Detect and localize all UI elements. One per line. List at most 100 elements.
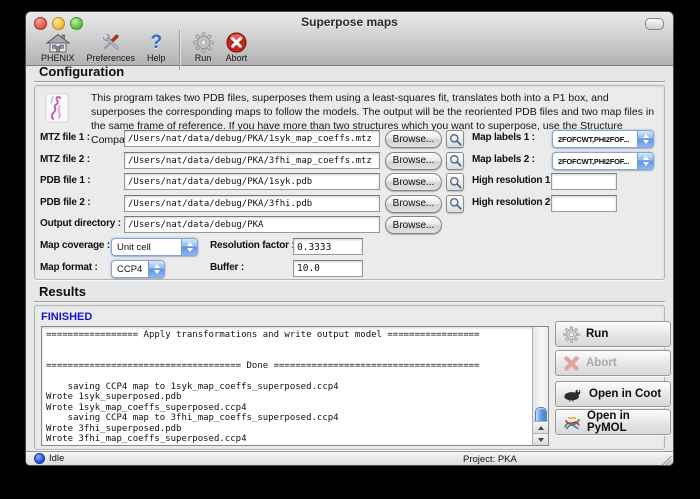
pdb-file-2-browse-button[interactable]: Browse...	[385, 195, 442, 213]
toolbar-separator	[179, 30, 180, 70]
pdb-file-1-view-button[interactable]	[446, 173, 464, 191]
toolbar-abort-label: Abort	[226, 53, 248, 63]
toolbar-help-label: Help	[147, 53, 166, 63]
toolbar-toggle-button[interactable]	[645, 18, 664, 30]
configuration-panel: This program takes two PDB files, superp…	[34, 85, 665, 280]
console-output[interactable]: ================= Apply transformations …	[41, 326, 549, 446]
scroll-down-icon	[538, 438, 544, 442]
map-labels-1-value: 2FOFCWT,PHI2FOF...	[558, 135, 635, 144]
map-coverage-value: Unit cell	[117, 242, 179, 253]
console-line: ==================================== Don…	[46, 361, 533, 371]
map-labels-2-value: 2FOFCWT,PHI2FOF...	[558, 157, 635, 166]
status-state: Idle	[34, 453, 64, 464]
house-icon	[45, 32, 71, 53]
map-format-value: CCP4	[117, 264, 146, 275]
console-line: Wrote 1syk_superposed.pdb	[46, 392, 533, 402]
scroll-down-button[interactable]	[533, 433, 548, 445]
status-indicator-icon	[34, 453, 45, 464]
toolbar: PHENIX Pref	[26, 32, 673, 65]
mtz-file-1-view-button[interactable]	[446, 130, 464, 148]
run-button-label: Run	[586, 328, 608, 340]
resolution-factor-input[interactable]	[293, 238, 363, 255]
toolbar-run-button[interactable]: Run	[187, 32, 220, 65]
toolbar-phenix-button[interactable]: PHENIX	[35, 32, 81, 65]
toolbar-abort-button[interactable]: Abort	[220, 32, 254, 65]
console-line: Wrote 3fhi_superposed.pdb	[46, 424, 533, 434]
console-line: saving CCP4 map to 3fhi_map_coeffs_super…	[46, 413, 533, 423]
buffer-input[interactable]	[293, 260, 363, 277]
tools-icon	[99, 32, 123, 53]
mtz-file-1-input[interactable]	[124, 130, 380, 147]
open-in-pymol-label: Open in PyMOL	[587, 410, 670, 434]
mtz-file-2-view-button[interactable]	[446, 152, 464, 170]
toolbar-phenix-label: PHENIX	[41, 53, 75, 63]
pdb-file-2-row: PDB file 2 : Browse... High resolution 2…	[35, 195, 664, 213]
map-format-label: Map format :	[40, 262, 98, 273]
titlebar[interactable]: Superpose maps	[26, 12, 673, 32]
console-line: saving CCP4 map to 1syk_map_coeffs_super…	[46, 382, 533, 392]
high-resolution-1-input[interactable]	[551, 173, 617, 190]
scroll-up-icon	[538, 426, 544, 430]
pdb-file-1-input[interactable]	[124, 173, 380, 190]
gear-icon	[563, 326, 580, 343]
mtz-file-2-browse-button[interactable]: Browse...	[385, 152, 442, 170]
window-header: Superpose maps PHENIX	[26, 12, 673, 66]
console-line: Wrote 1syk_map_coeffs_superposed.ccp4	[46, 403, 533, 413]
results-panel: FINISHED ================= Apply transfo…	[34, 305, 665, 450]
map-labels-2-dropdown[interactable]: 2FOFCWT,PHI2FOF...	[552, 152, 654, 170]
status-finished-label: FINISHED	[41, 311, 92, 323]
toolbar-preferences-button[interactable]: Preferences	[81, 32, 142, 65]
buffer-label: Buffer :	[210, 262, 244, 273]
pdb-file-1-row: PDB file 1 : Browse... High resolution 1…	[35, 173, 664, 191]
gear-icon	[193, 32, 214, 53]
mtz-file-2-label: MTZ file 2 :	[40, 154, 90, 165]
magnifier-icon	[449, 154, 462, 167]
toolbar-run-label: Run	[195, 53, 212, 63]
magnifier-icon	[449, 133, 462, 146]
toolbar-preferences-label: Preferences	[87, 53, 136, 63]
console-line: Wrote 3fhi_map_coeffs_superposed.ccp4	[46, 434, 533, 444]
console-line	[46, 340, 533, 350]
abort-button[interactable]: Abort	[555, 350, 671, 376]
output-directory-input[interactable]	[124, 216, 380, 233]
resize-grip-icon[interactable]	[661, 453, 672, 464]
pdb-file-2-input[interactable]	[124, 195, 380, 212]
results-heading: Results	[39, 284, 86, 299]
map-coverage-row: Map coverage : Unit cell Resolution fact…	[35, 238, 664, 256]
run-button[interactable]: Run	[555, 321, 671, 347]
scrollbar-track[interactable]	[532, 327, 548, 445]
high-resolution-2-label: High resolution 2 :	[472, 197, 556, 208]
status-state-label: Idle	[49, 453, 64, 464]
mtz-file-2-row: MTZ file 2 : Browse... Map labels 2 : 2F…	[35, 152, 664, 170]
pdb-file-1-browse-button[interactable]: Browse...	[385, 173, 442, 191]
mtz-file-1-browse-button[interactable]: Browse...	[385, 130, 442, 148]
open-in-pymol-button[interactable]: Open in PyMOL	[555, 409, 671, 435]
abort-button-label: Abort	[586, 357, 617, 369]
scrollbar-buttons	[533, 421, 548, 445]
window-title: Superpose maps	[26, 15, 673, 29]
open-in-coot-button[interactable]: Open in Coot	[555, 381, 671, 407]
coot-bird-icon	[563, 387, 583, 402]
updown-arrows-icon	[637, 153, 653, 169]
pdb-file-2-label: PDB file 2 :	[40, 197, 90, 208]
output-directory-row: Output directory : Browse...	[35, 216, 664, 234]
map-format-dropdown[interactable]: CCP4	[111, 260, 165, 278]
map-labels-1-label: Map labels 1 :	[472, 132, 535, 143]
map-labels-1-dropdown[interactable]: 2FOFCWT,PHI2FOF...	[552, 130, 654, 148]
status-project-label: Project: PKA	[463, 454, 517, 465]
configuration-heading: Configuration	[39, 64, 124, 79]
resolution-factor-label: Resolution factor :	[210, 240, 295, 251]
x-icon	[563, 355, 580, 372]
high-resolution-2-input[interactable]	[551, 195, 617, 212]
output-directory-label: Output directory :	[40, 218, 121, 229]
x-circle-icon	[226, 32, 247, 53]
mtz-file-2-input[interactable]	[124, 152, 380, 169]
console-line	[46, 372, 533, 382]
scroll-up-button[interactable]	[533, 421, 548, 433]
pdb-file-2-view-button[interactable]	[446, 195, 464, 213]
magnifier-icon	[449, 176, 462, 189]
output-directory-browse-button[interactable]: Browse...	[385, 216, 442, 234]
console-text: ================= Apply transformations …	[42, 327, 533, 445]
map-coverage-dropdown[interactable]: Unit cell	[111, 238, 198, 256]
toolbar-help-button[interactable]: ? Help	[141, 32, 172, 65]
